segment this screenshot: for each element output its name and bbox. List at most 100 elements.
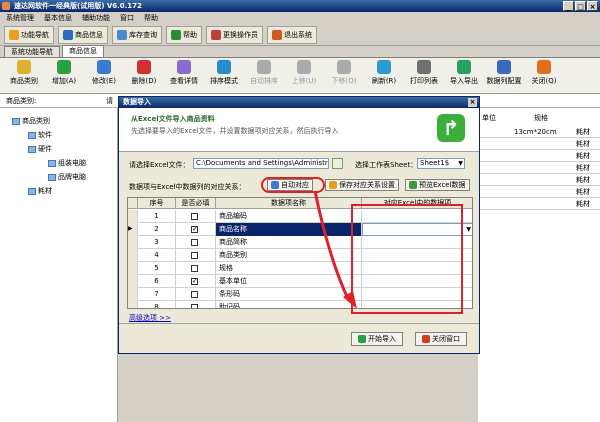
mapping-table: 序号 是否必填 数据项名称 对应Excel中的数据项 1 商品编码 ▶ 2 ✓ 商品名称 ▼… [127,197,473,309]
row-name: 商品名称 [216,223,362,236]
toolbar-button[interactable]: 关闭(Q) [524,60,564,86]
required-checkbox[interactable] [191,252,198,259]
toolbar-button[interactable]: 删除(D) [124,60,164,86]
grid-row[interactable]: 耗材 [478,187,600,198]
toolbar-label: 查看详情 [170,77,198,85]
menu-item[interactable]: 辅助功能 [82,12,110,24]
grid-cell-category: 耗材 [576,176,590,184]
product-grid: 单位 规格 13cm*20cm 耗材 耗材 耗材 耗材 耗材 耗材 耗材 [478,108,600,422]
import-dialog: 数据导入 × 从Excel文件导入商品资料 先选择要导入的Excel文件，并设置… [118,96,480,354]
toolbar-icon [57,60,71,74]
required-checkbox[interactable] [191,239,198,246]
folder-icon [48,173,56,181]
required-checkbox[interactable] [191,265,198,272]
close-dialog-button[interactable]: 关闭窗口 [415,332,467,346]
mapping-row[interactable]: 4 商品类别 [128,249,472,262]
mapping-row[interactable]: 7 条形码 [128,288,472,301]
tab[interactable]: 商品信息 [62,45,104,57]
required-checkbox[interactable] [191,213,198,220]
row-no: 8 [138,301,176,308]
row-excel-column[interactable]: ▼ [362,223,472,236]
tree-node[interactable]: 硬件 [28,144,52,154]
menu-item[interactable]: 基本信息 [44,12,72,24]
grid-row[interactable]: 13cm*20cm 耗材 [478,127,600,138]
toolbar-label: 排序模式 [210,77,238,85]
tree-node[interactable]: 品牌电脑 [48,172,86,182]
grid-cell-category: 耗材 [576,152,590,160]
tree-node-label: 硬件 [38,145,52,153]
required-checkbox[interactable]: ✓ [191,278,198,285]
toolbar-button[interactable]: 增加(A) [44,60,84,86]
toolbar-button[interactable]: 刷新(R) [364,60,404,86]
toolbar-icon [377,60,391,74]
advanced-options-link[interactable]: 高级选项 >> [129,313,171,323]
start-import-button[interactable]: 开始导入 [351,332,403,346]
tree-node[interactable]: 商品类别 [12,116,50,126]
row-excel-column[interactable] [362,288,472,301]
auto-map-button[interactable]: 自动对应 [267,179,313,191]
start-import-icon [358,335,366,343]
tree-node-label: 组装电脑 [58,159,86,167]
grid-row[interactable]: 耗材 [478,199,600,210]
close-window-button[interactable]: × [587,1,598,11]
mapping-row[interactable]: 1 商品编码 [128,210,472,223]
required-checkbox[interactable] [191,291,198,298]
sheet-dropdown-icon[interactable]: ▼ [456,159,465,168]
preview-excel-button[interactable]: 预览Excel数据 [405,179,470,191]
toolbar-button[interactable]: 导入导出 [444,60,484,86]
excel-column-dropdown-icon[interactable]: ▼ [466,224,471,236]
toolbar-button[interactable]: 修改(E) [84,60,124,86]
mapping-row[interactable]: 3 商品简称 [128,236,472,249]
row-excel-column[interactable] [362,249,472,262]
main-toolbar: 商品类别 增加(A) 修改(E) 删除(D) 查看详情 排序模式 自动排序 上移(U) 下移(O… [0,58,600,94]
nav-button[interactable]: 更换操作员 [206,25,263,44]
toolbar-button[interactable]: 上移(U) [284,60,324,86]
required-checkbox[interactable]: ✓ [191,226,198,233]
mapping-row[interactable]: ▶ 2 ✓ 商品名称 ▼ [128,223,472,236]
tab[interactable]: 系统功能导航 [4,46,60,57]
toolbar-button[interactable]: 下移(O) [324,60,364,86]
maximize-button[interactable]: □ [575,1,586,11]
nav-button[interactable]: 商品信息 [58,25,108,44]
tree-node[interactable]: 组装电脑 [48,158,86,168]
toolbar-button[interactable]: 排序模式 [204,60,244,86]
dialog-close-button[interactable]: × [468,98,477,107]
tree-node[interactable]: 软件 [28,130,52,140]
menu-item[interactable]: 系统管理 [6,12,34,24]
toolbar-label: 删除(D) [131,77,157,85]
nav-button[interactable]: 库存查询 [112,25,162,44]
menu-item[interactable]: 帮助 [144,12,158,24]
mapping-row[interactable]: 8 助记码 [128,301,472,308]
grid-row[interactable]: 耗材 [478,139,600,150]
grid-row[interactable]: 耗材 [478,175,600,186]
nav-button[interactable]: 功能导航 [4,25,54,44]
row-excel-column[interactable] [362,275,472,288]
toolbar-button[interactable]: 打印列表 [404,60,444,86]
menu-item[interactable]: 窗口 [120,12,134,24]
nav-button[interactable]: 帮助 [166,25,202,44]
file-path-input[interactable]: C:\Documents and Settings\Administrator [193,158,329,169]
row-excel-column[interactable] [362,236,472,249]
mapping-label: 数据项与Excel中数据列的对应关系： [129,183,246,191]
import-arrow-icon: ↱ [437,114,465,142]
minimize-button[interactable]: _ [563,1,574,11]
nav-button[interactable]: 退出系统 [267,25,317,44]
toolbar-icon [337,60,351,74]
save-mapping-button[interactable]: 保存对应关系设置 [325,179,399,191]
row-excel-column[interactable] [362,262,472,275]
required-checkbox[interactable] [191,304,198,308]
row-excel-column[interactable] [362,301,472,308]
mapping-row[interactable]: 6 ✓ 基本单位 [128,275,472,288]
toolbar-button[interactable]: 商品类别 [4,60,44,86]
row-excel-column[interactable] [362,210,472,223]
toolbar-button[interactable]: 查看详情 [164,60,204,86]
grid-row[interactable]: 耗材 [478,163,600,174]
tree-node[interactable]: 耗材 [28,186,52,196]
toolbar-label: 下移(O) [331,77,357,85]
mapping-row[interactable]: 5 规格 [128,262,472,275]
toolbar-button[interactable]: 数据列配置 [484,60,524,86]
app-logo-icon [2,2,10,10]
browse-file-icon[interactable] [332,158,343,169]
grid-row[interactable]: 耗材 [478,151,600,162]
toolbar-button[interactable]: 自动排序 [244,60,284,86]
